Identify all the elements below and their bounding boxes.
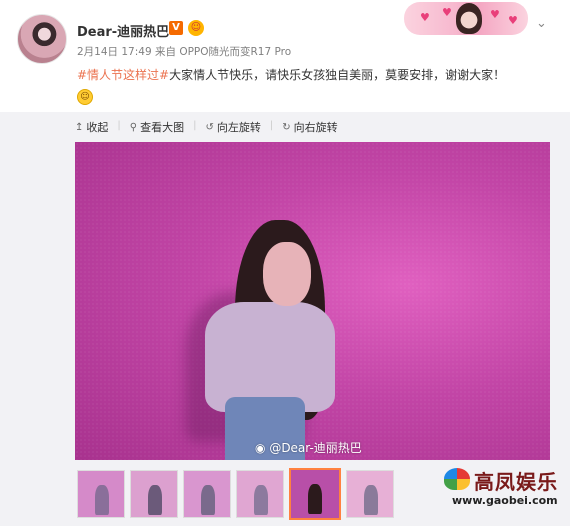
rotate-right-icon: ↻ <box>282 121 291 133</box>
thumbnail-figure <box>364 485 378 515</box>
photo-thumbnail[interactable] <box>236 470 284 518</box>
divider: | <box>193 120 197 131</box>
photo-watermark: ◉ @Dear-迪丽热巴 <box>255 439 362 456</box>
search-icon: ⚲ <box>129 121 138 133</box>
thumbnail-figure <box>254 485 268 515</box>
thumbnail-figure <box>95 485 109 515</box>
thumbnail-figure <box>148 485 162 515</box>
smile-emoji-icon: ☺ <box>77 89 93 105</box>
banner-portrait <box>456 3 482 34</box>
post-header: Dear-迪丽热巴 V ☺ 2月14日 17:49 来自 OPPO随光而变R17… <box>0 0 570 110</box>
divider: | <box>269 120 274 131</box>
hashtag-link[interactable]: #情人节这样过# <box>77 68 169 82</box>
avatar[interactable] <box>17 14 67 64</box>
post-body: 大家情人节快乐，请快乐女孩独自美丽，莫要安排，谢谢大家！ <box>169 68 506 82</box>
watermark-text: @Dear-迪丽热巴 <box>269 441 362 455</box>
thumbnail-strip <box>77 468 394 520</box>
collapse-button[interactable]: ↥ 收起 <box>75 120 108 134</box>
post-text: #情人节这样过#大家情人节快乐，请快乐女孩独自美丽，莫要安排，谢谢大家！ <box>77 66 505 83</box>
divider: | <box>117 120 121 131</box>
header-decoration-banner: ♥ ♥ ♥ ♥ <box>404 2 528 35</box>
rotate-left-label: 向左旋转 <box>216 121 261 134</box>
view-large-label: 查看大图 <box>140 121 185 134</box>
photo-thumbnail[interactable] <box>289 468 341 520</box>
verified-badge-icon[interactable]: V <box>169 21 183 35</box>
post-meta: 2月14日 17:49 来自 OPPO随光而变R17 Pro <box>77 46 292 58</box>
logo-name: 高凤娱乐 <box>474 470 558 494</box>
view-large-button[interactable]: ⚲ 查看大图 <box>130 120 184 134</box>
thumbnail-figure <box>308 484 322 514</box>
logo-url: www.gaobei.com <box>452 494 558 507</box>
thumbnail-figure <box>201 485 215 515</box>
rotate-left-button[interactable]: ↺ 向左旋转 <box>205 120 260 134</box>
collapse-icon: ↥ <box>75 121 84 133</box>
figure-face <box>263 242 311 306</box>
chevron-down-icon[interactable]: ⌄ <box>536 16 547 31</box>
weibo-icon: ◉ <box>255 441 266 455</box>
photo-thumbnail[interactable] <box>77 470 125 518</box>
photo-thumbnail[interactable] <box>346 470 394 518</box>
logo-icon <box>444 468 470 490</box>
rotate-right-label: 向右旋转 <box>293 121 338 134</box>
media-toolbar: ↥ 收起 | ⚲ 查看大图 | ↺ 向左旋转 | ↻ 向右旋转 <box>75 120 338 134</box>
rotate-right-button[interactable]: ↻ 向右旋转 <box>282 120 337 134</box>
rotate-left-icon: ↺ <box>205 121 214 133</box>
photo-thumbnail[interactable] <box>183 470 231 518</box>
username-link[interactable]: Dear-迪丽热巴 <box>77 21 169 40</box>
photo-thumbnail[interactable] <box>130 470 178 518</box>
figure-shirt <box>205 302 335 412</box>
collapse-label: 收起 <box>86 121 109 134</box>
heart-icon: ♥ <box>442 6 452 19</box>
heart-icon: ♥ <box>420 11 430 24</box>
heart-icon: ♥ <box>508 14 518 27</box>
site-logo: 高凤娱乐 www.gaobei.com <box>442 466 566 516</box>
member-badge-icon[interactable]: ☺ <box>188 20 204 36</box>
main-photo[interactable]: ◉ @Dear-迪丽热巴 <box>75 142 550 460</box>
heart-icon: ♥ <box>490 8 500 21</box>
